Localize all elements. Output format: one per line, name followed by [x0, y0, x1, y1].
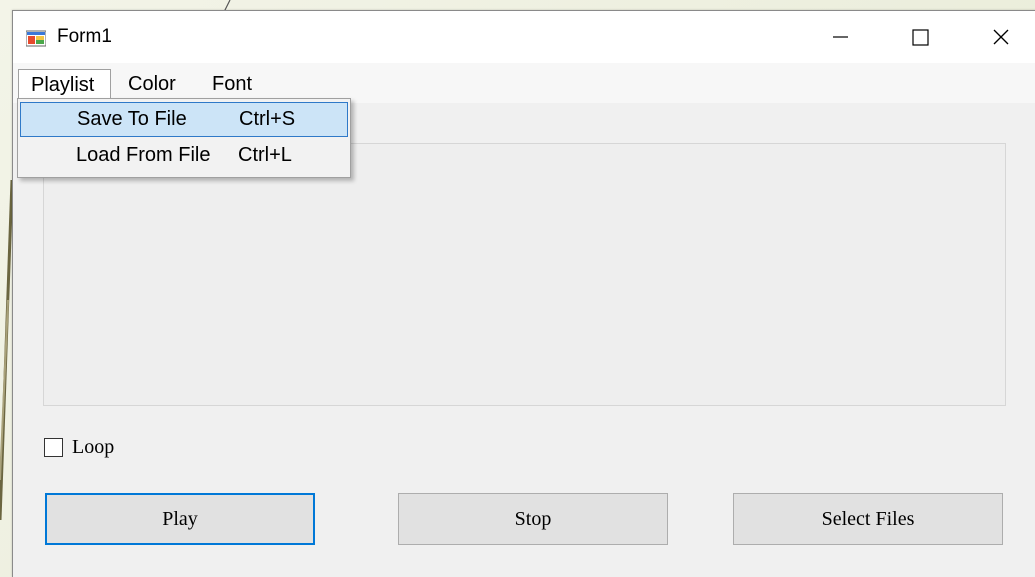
loop-label[interactable]: Loop: [72, 436, 114, 459]
menu-font[interactable]: Font: [200, 69, 264, 99]
title-bar[interactable]: Form1: [13, 11, 1035, 63]
select-files-button[interactable]: Select Files: [733, 493, 1003, 545]
load-from-file-label: Load From File: [76, 144, 211, 166]
load-from-file-shortcut: Ctrl+L: [238, 144, 292, 166]
minimize-button[interactable]: [800, 11, 880, 63]
menu-item-save-to-file[interactable]: Save To File Ctrl+S: [20, 102, 348, 137]
menu-playlist[interactable]: Playlist: [18, 69, 111, 99]
maximize-button[interactable]: [880, 11, 960, 63]
save-to-file-shortcut: Ctrl+S: [239, 108, 296, 130]
stop-button[interactable]: Stop: [398, 493, 668, 545]
menu-bar: Playlist Color Font: [13, 63, 1035, 103]
close-button[interactable]: [960, 11, 1035, 63]
play-button[interactable]: Play: [45, 493, 315, 545]
minimize-icon: [833, 36, 848, 38]
playlist-dropdown-menu: Save To File Ctrl+S Load From File Ctrl+…: [17, 98, 351, 178]
save-to-file-label: Save To File: [77, 108, 187, 130]
close-icon: [993, 29, 1009, 45]
menu-color[interactable]: Color: [116, 69, 188, 99]
app-window: Form1 Playlist Color Font Loop Play Stop…: [12, 10, 1035, 577]
maximize-icon: [912, 29, 929, 46]
window-title: Form1: [57, 26, 112, 47]
playlist-listbox[interactable]: [43, 143, 1006, 406]
form-app-icon: [26, 30, 46, 47]
loop-checkbox[interactable]: [44, 438, 63, 457]
menu-item-load-from-file[interactable]: Load From File Ctrl+L: [20, 139, 348, 174]
